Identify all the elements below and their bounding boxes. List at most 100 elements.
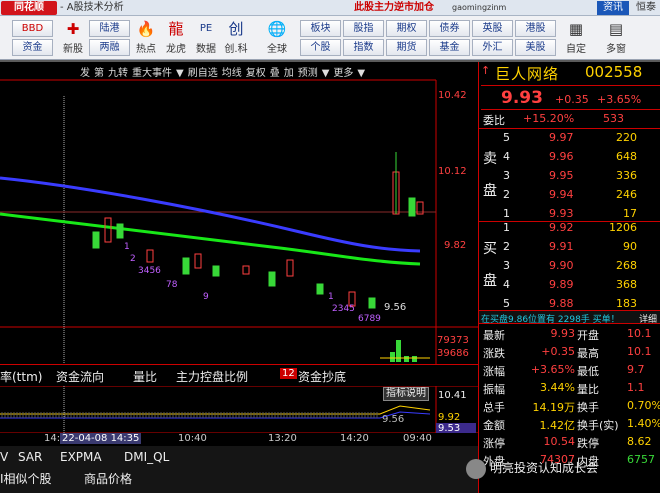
- sell-row[interactable]: 3 9.95 336: [479, 167, 660, 186]
- stat-value2: 9.7: [627, 363, 645, 376]
- candle: [268, 271, 276, 287]
- sell-row[interactable]: 2 9.94 246: [479, 186, 660, 205]
- dragon-icon: 龍: [168, 20, 184, 38]
- count-digits-3456: 3456: [138, 266, 161, 276]
- tab-pe-ttm[interactable]: 率(ttm): [0, 368, 42, 385]
- hot-button[interactable]: 🔥 热点: [131, 18, 161, 58]
- buy-row[interactable]: 2 9.91 90: [479, 238, 660, 257]
- tab-volume-ratio[interactable]: 量比: [133, 368, 157, 385]
- futures-button[interactable]: 期货: [386, 39, 427, 56]
- stat-value2: 10.1: [627, 345, 652, 358]
- dragon-label: 龙虎: [166, 44, 186, 55]
- count-digit-1: 1: [124, 242, 130, 252]
- weibi-label: 委比: [483, 114, 505, 127]
- dragon-button[interactable]: 龍龙虎: [161, 18, 191, 58]
- indicator-help-button[interactable]: 指标说明: [383, 387, 429, 401]
- sell-row[interactable]: 5 9.97 220: [479, 129, 660, 148]
- candle: [368, 297, 376, 309]
- quote-panel: ↑ 巨人网络 002558 9.93 +0.35 +3.65% 委比 +15.2…: [478, 62, 660, 493]
- margin-button[interactable]: 两融: [89, 39, 130, 56]
- stocks-button[interactable]: 个股: [300, 39, 341, 56]
- alert-message[interactable]: 此股主力逆市加仓: [354, 1, 434, 15]
- tab-main-control[interactable]: 主力控盘比例: [176, 368, 248, 385]
- candle: [242, 265, 250, 275]
- multi-window-button[interactable]: ▤ 多窗: [601, 18, 631, 58]
- hot-label: 热点: [136, 44, 156, 55]
- watermark-text: 明亮投资认知成长会: [490, 461, 599, 475]
- fund-button[interactable]: 资金: [12, 39, 53, 56]
- volume-bar: [396, 340, 401, 362]
- broker-button[interactable]: 恒泰: [632, 1, 660, 15]
- stat-key: 涨跌: [483, 347, 505, 360]
- stat-key: 最新: [483, 329, 505, 342]
- stat-row: 涨跌 +0.35 最高 10.1: [479, 343, 660, 362]
- new-stock-button[interactable]: ✚ 新股: [58, 18, 88, 58]
- data-button[interactable]: PE 数据: [191, 18, 221, 58]
- index-futures-button[interactable]: 股指: [343, 20, 384, 37]
- buy-row[interactable]: 3 9.90 268: [479, 257, 660, 276]
- info-button[interactable]: 资讯: [597, 1, 629, 15]
- indices-button[interactable]: 指数: [343, 39, 384, 56]
- custom-icon: ▦: [568, 20, 584, 38]
- ind-sar[interactable]: SAR: [18, 450, 42, 464]
- buy-row[interactable]: 1 9.92 1206: [479, 219, 660, 238]
- ind-dmi[interactable]: DMI_QL: [124, 450, 169, 464]
- tab-fund-flow[interactable]: 资金流向: [56, 368, 104, 385]
- buy-label-1: 买: [483, 241, 497, 257]
- chart-canvas[interactable]: [0, 62, 478, 493]
- funds-button[interactable]: 基金: [429, 39, 470, 56]
- ind-expma[interactable]: EXPMA: [60, 450, 102, 464]
- stat-key2: 量比: [577, 383, 599, 396]
- volume-bar: [412, 356, 417, 362]
- custom-button[interactable]: ▦ 自定: [561, 18, 591, 58]
- ma-line-green: [0, 212, 421, 266]
- stat-row: 最新 9.93 开盘 10.1: [479, 325, 660, 344]
- vol-label-2: 39686: [437, 348, 469, 359]
- similar-stocks-tab[interactable]: I相似个股: [0, 470, 52, 487]
- ind-v[interactable]: V: [0, 450, 8, 464]
- stat-key2: 换手: [577, 401, 599, 414]
- ind-low-label: 9.56: [382, 414, 405, 425]
- tab-bottom-fishing[interactable]: 资金抄底: [298, 368, 346, 385]
- order-notice[interactable]: 在买盘9.86位置有 2298手 买单！ 详细: [479, 310, 660, 324]
- buy-row[interactable]: 4 9.89 368: [479, 276, 660, 295]
- count-digit-1b: 1: [328, 292, 334, 302]
- bbd-button[interactable]: BBD: [12, 20, 53, 37]
- bottom-indicator-bar: V SAR EXPMA DMI_QL I相似个股 商品价格: [0, 446, 478, 493]
- toolbar: BBD 资金 ✚ 新股 陆港 两融 🔥 热点 龍龙虎 PE 数据 创创.科 🌐 全球 板…: [0, 16, 660, 60]
- low-price-label: 9.56: [384, 302, 407, 313]
- weicha-value: 533: [603, 112, 624, 125]
- stat-row: 金额 1.42亿 换手(实) 1.40%: [479, 415, 660, 434]
- volume: 246: [616, 188, 637, 201]
- bonds-button[interactable]: 债券: [429, 20, 470, 37]
- global-button[interactable]: 🌐 全球: [262, 18, 292, 58]
- ind-label-2: 9.92: [438, 412, 461, 423]
- stat-row: 总手 14.19万 换手 0.70%: [479, 397, 660, 416]
- sector-button[interactable]: 板块: [300, 20, 341, 37]
- options-button[interactable]: 期权: [386, 20, 427, 37]
- stat-value: 10.54: [543, 435, 576, 448]
- volume: 336: [616, 169, 637, 182]
- stat-value: 14.19万: [532, 401, 576, 414]
- count-digits-2345: 2345: [332, 304, 355, 314]
- us-stocks-button[interactable]: 美股: [515, 39, 556, 56]
- hk-connect-button[interactable]: 陆港: [89, 20, 130, 37]
- candle: [286, 259, 294, 277]
- price: 9.91: [549, 240, 574, 253]
- uk-stocks-button[interactable]: 英股: [472, 20, 513, 37]
- stat-value2: 1.40%: [627, 417, 660, 430]
- username: gaomingzinm: [452, 3, 507, 12]
- candle: [146, 249, 154, 263]
- kline-chart[interactable]: 发第九转 重大事件 ▼ 刷自选 均线 复权叠加预测 ▼ 更多 ▼ 10.42 10.12 9.8…: [0, 62, 478, 493]
- sell-row[interactable]: 4 9.96 648: [479, 148, 660, 167]
- forex-button[interactable]: 外汇: [472, 39, 513, 56]
- stat-key: 总手: [483, 401, 505, 414]
- stat-key2: 最低: [577, 365, 599, 378]
- notice-detail-link[interactable]: 详细: [639, 312, 657, 323]
- custom-label: 自定: [566, 44, 586, 55]
- growth-button[interactable]: 创创.科: [221, 18, 251, 58]
- price-label-top: 10.42: [438, 90, 467, 101]
- hk-stocks-button[interactable]: 港股: [515, 20, 556, 37]
- commodity-price-tab[interactable]: 商品价格: [84, 470, 132, 487]
- count-digit-9: 9: [203, 292, 209, 302]
